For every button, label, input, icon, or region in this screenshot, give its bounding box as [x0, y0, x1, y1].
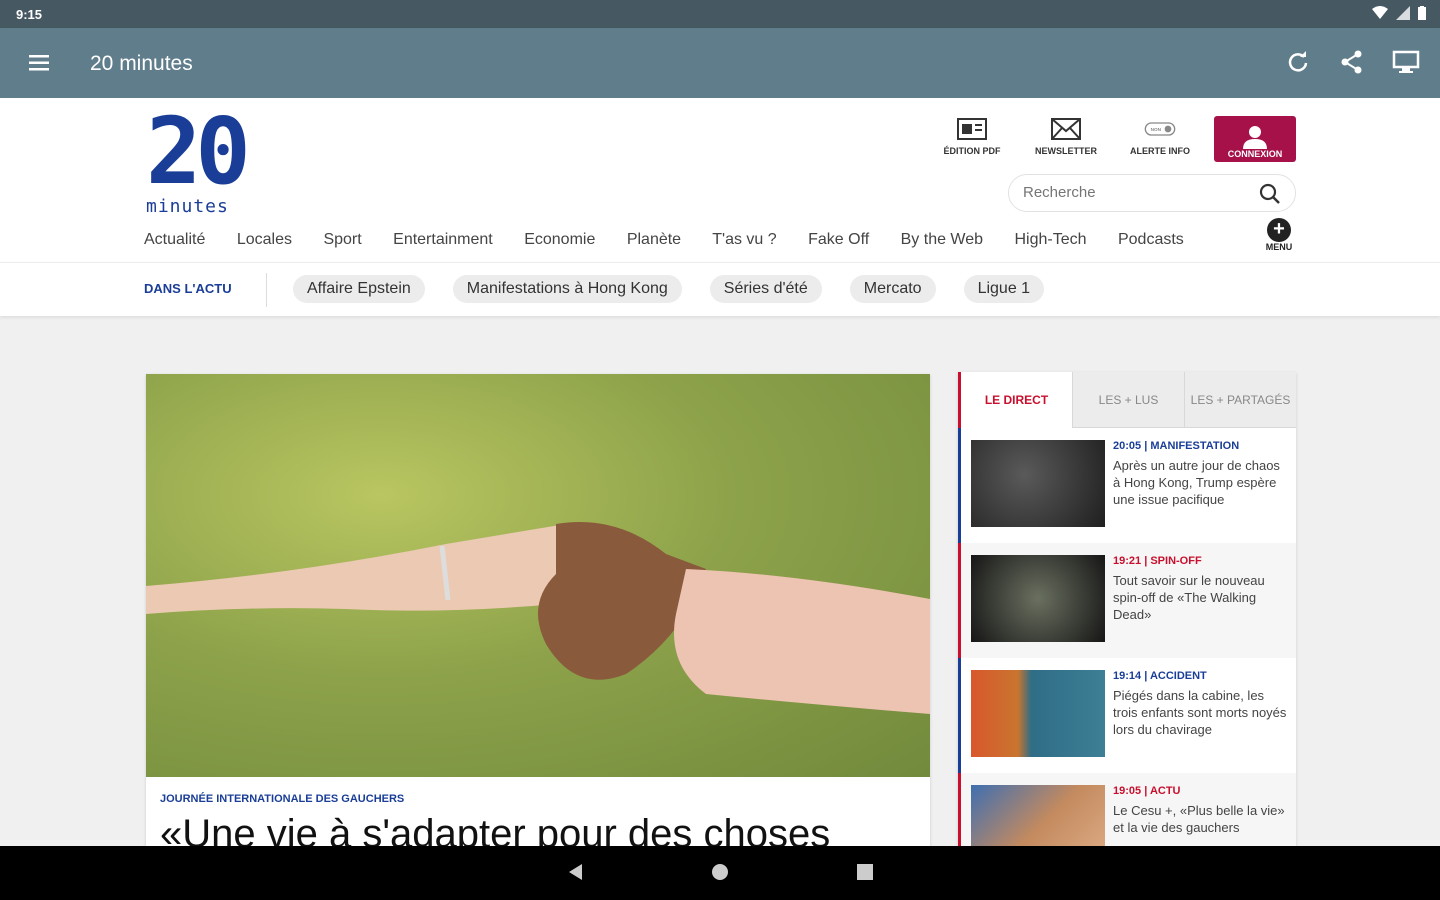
live-item[interactable]: 20:05 | MANIFESTATION Après un autre jou… — [958, 428, 1296, 543]
alert-toggle-button[interactable]: NON ALERTE INFO — [1120, 116, 1200, 156]
live-item-meta: 19:21 | SPIN-OFF — [1113, 555, 1202, 567]
wifi-icon — [1372, 6, 1388, 19]
toggle-text: NON — [1151, 127, 1162, 132]
search-box — [1008, 174, 1296, 212]
tab-les-plus-partages[interactable]: LES + PARTAGÉS — [1184, 372, 1296, 428]
user-icon — [1243, 126, 1267, 149]
nav-item-high-tech[interactable]: High-Tech — [1015, 231, 1087, 248]
trending-divider — [266, 273, 267, 307]
nav-item-fake-off[interactable]: Fake Off — [808, 231, 869, 248]
newsletter-label: NEWSLETTER — [1035, 146, 1097, 156]
live-item-text: Tout savoir sur le nouveau spin-off de «… — [1113, 573, 1265, 622]
nav-item-tas-vu[interactable]: T'as vu ? — [712, 231, 776, 248]
tab-le-direct[interactable]: LE DIRECT — [958, 372, 1072, 428]
system-icons — [1372, 6, 1426, 20]
header-tools: ÉDITION PDF NEWSLETTER NON ALERTE INFO C… — [932, 116, 1296, 162]
nav-item-economie[interactable]: Economie — [524, 231, 595, 248]
live-item-text: Piégés dans la cabine, les trois enfants… — [1113, 688, 1287, 737]
share-icon[interactable] — [1338, 48, 1366, 76]
live-item-meta: 19:05 | ACTU — [1113, 785, 1181, 797]
live-item-thumbnail — [971, 785, 1105, 846]
main-nav: Actualité Locales Sport Entertainment Ec… — [144, 231, 1250, 255]
site-logo[interactable]: 20 minutes — [146, 106, 251, 218]
search-input[interactable] — [1023, 184, 1253, 201]
live-item-text: Le Cesu +, «Plus belle la vie» et la vie… — [1113, 803, 1285, 835]
system-navigation-bar — [0, 846, 1440, 900]
signal-icon — [1396, 6, 1410, 20]
tab-les-plus-lus[interactable]: LES + LUS — [1072, 372, 1184, 428]
search-icon[interactable] — [1259, 183, 1281, 205]
envelope-icon — [1050, 116, 1082, 142]
live-feed: 20:05 | MANIFESTATION Après un autre jou… — [958, 428, 1296, 846]
logo-word: minutes — [146, 196, 229, 217]
nav-item-by-the-web[interactable]: By the Web — [901, 231, 983, 248]
app-bar-actions — [1284, 48, 1420, 76]
live-item-thumbnail — [971, 555, 1105, 642]
more-menu-button[interactable]: + MENU — [1262, 218, 1296, 258]
status-bar: 9:15 — [0, 0, 1440, 28]
trending-pill[interactable]: Mercato — [849, 275, 936, 303]
trending-pill[interactable]: Ligue 1 — [963, 275, 1045, 303]
hero-image — [146, 374, 930, 777]
trending-pill[interactable]: Manifestations à Hong Kong — [452, 275, 682, 303]
recents-icon[interactable] — [855, 862, 875, 887]
pdf-edition-label: ÉDITION PDF — [943, 146, 1001, 156]
nav-item-actualite[interactable]: Actualité — [144, 231, 205, 248]
alert-label: ALERTE INFO — [1130, 146, 1190, 156]
nav-item-planete[interactable]: Planète — [627, 231, 681, 248]
live-item[interactable]: 19:14 | ACCIDENT Piégés dans la cabine, … — [958, 658, 1296, 773]
login-label: CONNEXION — [1227, 149, 1283, 159]
hero-kicker: JOURNÉE INTERNATIONALE DES GAUCHERS — [160, 793, 405, 805]
live-sidebar: LE DIRECT LES + LUS LES + PARTAGÉS 20:05… — [958, 372, 1296, 846]
pdf-icon — [956, 116, 988, 142]
site-header: 20 minutes ÉDITION PDF NEWSLETTER NON AL… — [0, 98, 1440, 262]
webview: 20 minutes ÉDITION PDF NEWSLETTER NON AL… — [0, 98, 1440, 846]
trending-label: DANS L'ACTU — [144, 281, 232, 296]
trending-bar: DANS L'ACTU Affaire Epstein Manifestatio… — [0, 262, 1440, 316]
sidebar-tabs: LE DIRECT LES + LUS LES + PARTAGÉS — [958, 372, 1296, 428]
live-item-meta: 20:05 | MANIFESTATION — [1113, 440, 1240, 452]
app-title: 20 minutes — [90, 52, 193, 75]
nav-item-podcasts[interactable]: Podcasts — [1118, 231, 1184, 248]
logo-number: 20 — [146, 98, 251, 205]
live-item-text: Après un autre jour de chaos à Hong Kong… — [1113, 458, 1280, 507]
hamburger-menu-icon[interactable] — [26, 50, 56, 76]
app-bar: 20 minutes — [0, 28, 1440, 98]
login-button[interactable]: CONNEXION — [1214, 116, 1296, 162]
toggle-icon: NON — [1144, 116, 1176, 142]
hero-headline[interactable]: «Une vie à s'adapter pour des choses — [160, 812, 830, 846]
plus-icon: + — [1267, 218, 1291, 242]
trending-pill[interactable]: Séries d'été — [709, 275, 822, 303]
pdf-edition-button[interactable]: ÉDITION PDF — [932, 116, 1012, 156]
hero-article[interactable]: JOURNÉE INTERNATIONALE DES GAUCHERS «Une… — [146, 374, 930, 846]
desktop-icon[interactable] — [1392, 48, 1420, 76]
trending-pills: Affaire Epstein Manifestations à Hong Ko… — [293, 275, 1045, 303]
live-item-thumbnail — [971, 670, 1105, 757]
newsletter-button[interactable]: NEWSLETTER — [1026, 116, 1106, 156]
back-icon[interactable] — [566, 862, 586, 887]
live-item-thumbnail — [971, 440, 1105, 527]
status-time: 9:15 — [16, 7, 43, 22]
home-icon[interactable] — [710, 862, 730, 887]
menu-label: MENU — [1265, 242, 1293, 252]
trending-pill[interactable]: Affaire Epstein — [293, 275, 425, 303]
refresh-icon[interactable] — [1284, 48, 1312, 76]
nav-item-locales[interactable]: Locales — [237, 231, 292, 248]
live-item[interactable]: 19:05 | ACTU Le Cesu +, «Plus belle la v… — [958, 773, 1296, 846]
live-item[interactable]: 19:21 | SPIN-OFF Tout savoir sur le nouv… — [958, 543, 1296, 658]
nav-item-entertainment[interactable]: Entertainment — [393, 231, 493, 248]
battery-icon — [1418, 6, 1426, 20]
nav-item-sport[interactable]: Sport — [323, 231, 361, 248]
live-item-meta: 19:14 | ACCIDENT — [1113, 670, 1207, 682]
